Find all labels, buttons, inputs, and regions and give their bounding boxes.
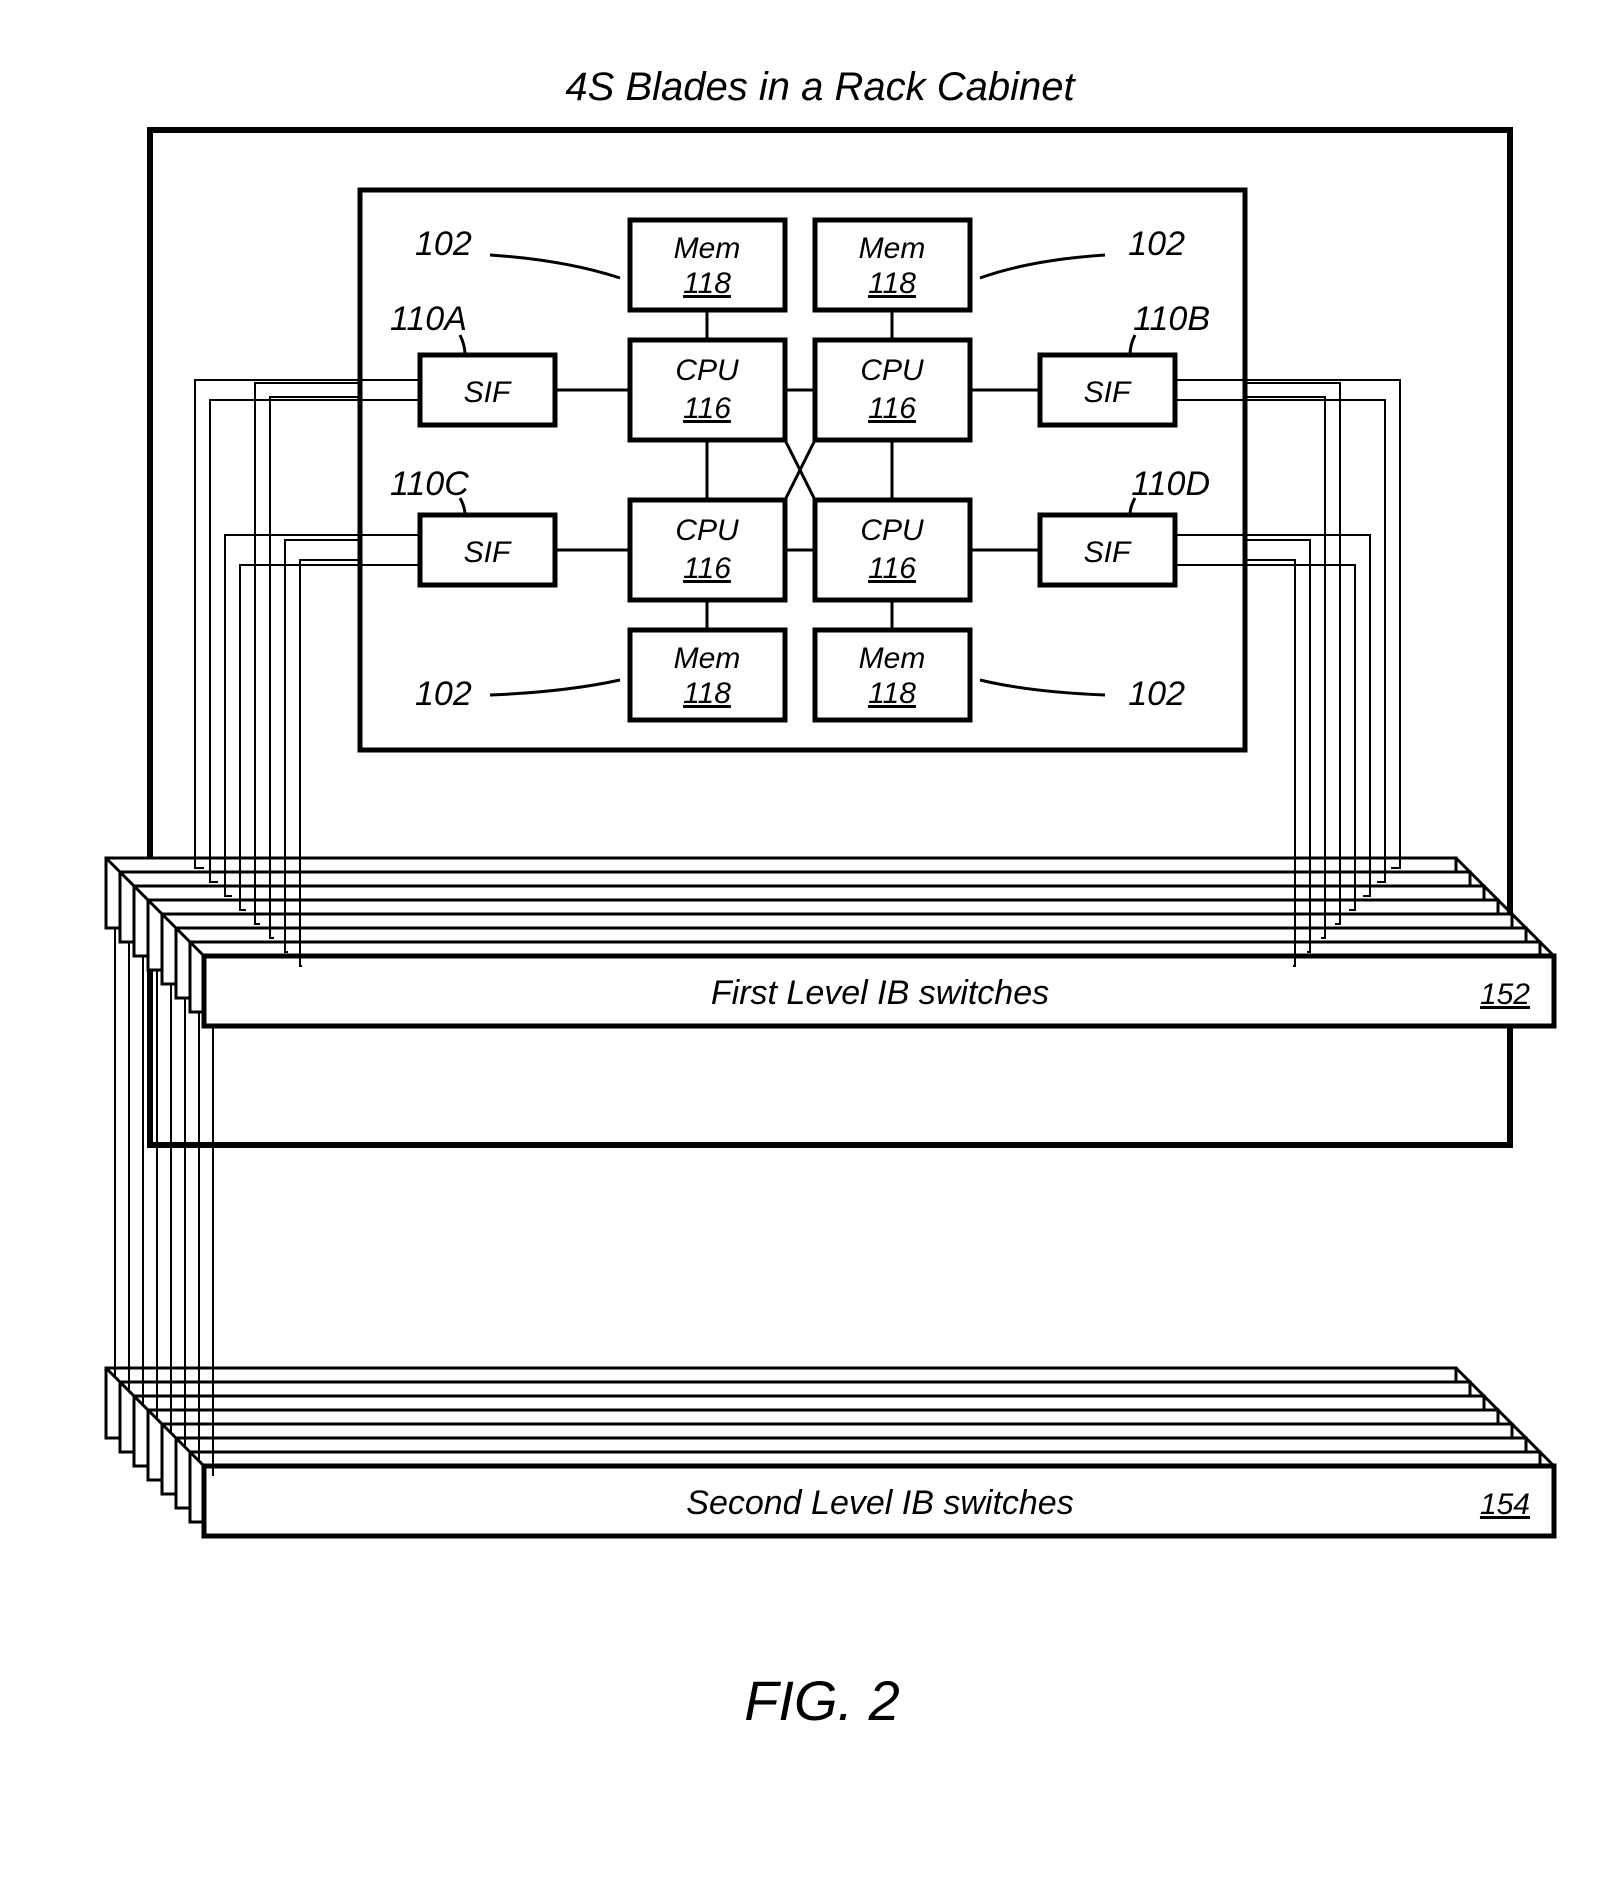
cpu-block-tr: CPU 116 (815, 340, 970, 440)
first-switch-label: First Level IB switches (711, 974, 1049, 1012)
svg-text:116: 116 (683, 552, 731, 585)
svg-text:Mem: Mem (859, 642, 926, 675)
svg-text:118: 118 (868, 677, 916, 710)
diagram-svg: 4S Blades in a Rack Cabinet Mem 118 Mem … (20, 20, 1605, 1877)
ref-110c: 110C (390, 465, 469, 503)
first-level-switch-stack: First Level IB switches 152 (106, 858, 1554, 1026)
svg-text:CPU: CPU (860, 514, 924, 547)
mem-block-bl: Mem 118 (630, 630, 785, 720)
svg-text:Mem: Mem (674, 642, 741, 675)
ref-102-br: 102 (1128, 675, 1185, 713)
cpu-block-bl: CPU 116 (630, 500, 785, 600)
mem-block-tr: Mem 118 (815, 220, 970, 310)
svg-text:Mem: Mem (674, 232, 741, 265)
sif-block-b: SIF (1040, 355, 1175, 425)
svg-text:SIF: SIF (464, 376, 512, 409)
second-level-switch-stack: Second Level IB switches 154 (106, 1368, 1554, 1536)
svg-text:SIF: SIF (1084, 376, 1132, 409)
cpu-block-br: CPU 116 (815, 500, 970, 600)
sif-block-a: SIF (420, 355, 555, 425)
sif-block-d: SIF (1040, 515, 1175, 585)
sif-block-c: SIF (420, 515, 555, 585)
ref-110a: 110A (390, 300, 467, 338)
mem-block-br: Mem 118 (815, 630, 970, 720)
svg-text:116: 116 (683, 392, 731, 425)
svg-text:Mem: Mem (859, 232, 926, 265)
first-switch-ref: 152 (1480, 978, 1530, 1011)
ref-102-tr: 102 (1128, 225, 1185, 263)
svg-text:CPU: CPU (675, 354, 739, 387)
ref-110d: 110D (1131, 465, 1210, 503)
svg-text:116: 116 (868, 552, 916, 585)
svg-text:SIF: SIF (1084, 536, 1132, 569)
cpu-block-tl: CPU 116 (630, 340, 785, 440)
title-text: 4S Blades in a Rack Cabinet (565, 65, 1076, 109)
svg-text:118: 118 (683, 267, 731, 300)
svg-text:116: 116 (868, 392, 916, 425)
mem-block-tl: Mem 118 (630, 220, 785, 310)
svg-text:SIF: SIF (464, 536, 512, 569)
svg-text:CPU: CPU (860, 354, 924, 387)
second-switch-ref: 154 (1480, 1488, 1530, 1521)
svg-text:CPU: CPU (675, 514, 739, 547)
ref-102-bl: 102 (415, 675, 472, 713)
ref-102-tl: 102 (415, 225, 472, 263)
figure-label: FIG. 2 (744, 1669, 900, 1732)
ref-110b: 110B (1133, 300, 1210, 338)
second-switch-label: Second Level IB switches (686, 1484, 1073, 1522)
svg-text:118: 118 (683, 677, 731, 710)
blade-outline (360, 190, 1245, 750)
svg-text:118: 118 (868, 267, 916, 300)
